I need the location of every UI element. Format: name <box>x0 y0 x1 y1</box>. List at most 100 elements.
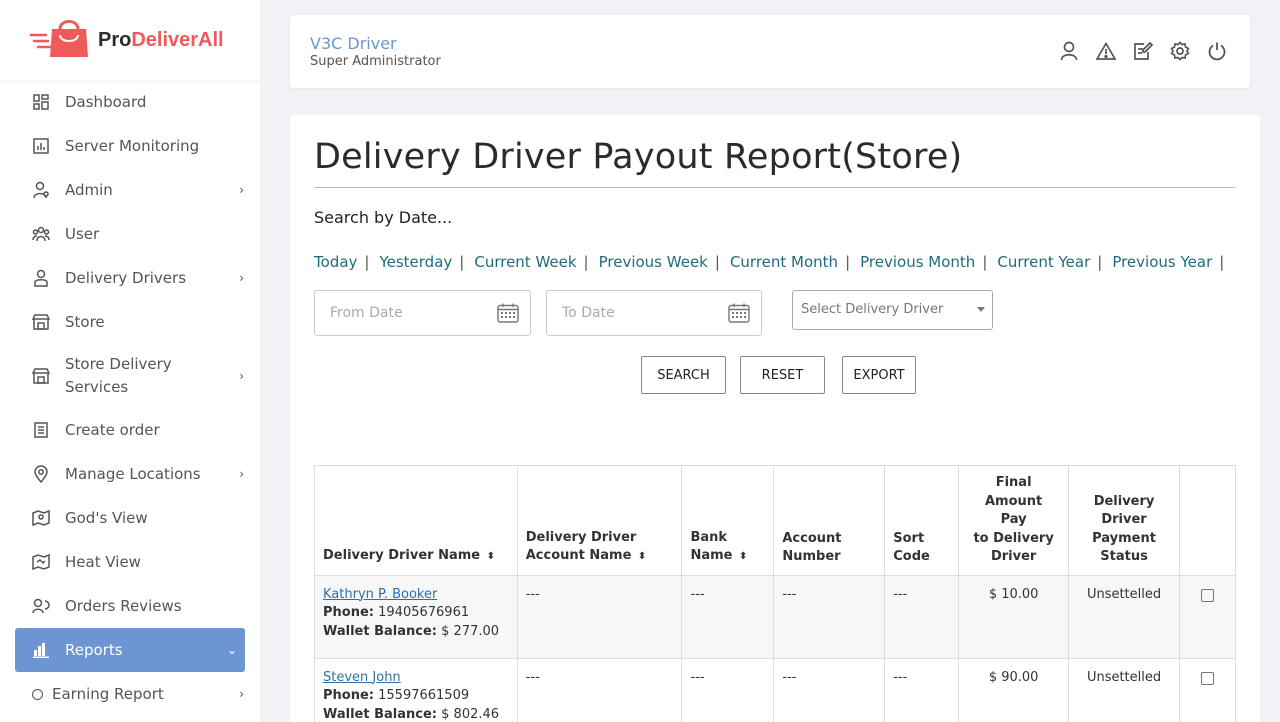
table-row: Steven John Phone: 15597661509 Wallet Ba… <box>314 657 1236 722</box>
col-driver-name[interactable]: Delivery Driver Name ⬍ <box>314 465 518 576</box>
driver-name-link[interactable]: Steven John <box>323 670 401 685</box>
main-content: Delivery Driver Payout Report(Store) Sea… <box>290 115 1260 722</box>
store-icon <box>32 367 50 385</box>
chevron-down-icon: ⌄ <box>226 643 237 657</box>
col-account-name[interactable]: Delivery Driver Account Name ⬍ <box>516 465 683 576</box>
driver-cell: Steven John Phone: 15597661509 Wallet Ba… <box>314 657 518 722</box>
row-checkbox[interactable] <box>1201 671 1214 685</box>
sort-icon[interactable]: ⬍ <box>487 551 495 562</box>
link-previous-month[interactable]: Previous Month <box>860 253 975 271</box>
chevron-right-icon: › <box>239 271 244 285</box>
map-pin-icon <box>32 509 50 527</box>
chart-icon <box>32 137 50 155</box>
date-quick-links: Today | Yesterday | Current Week | Previous… <box>314 253 1225 271</box>
sidebar-item-manage-locations[interactable]: Manage Locations › <box>0 452 260 496</box>
header-actions <box>1058 40 1228 62</box>
from-date-input[interactable]: From Date <box>314 290 531 336</box>
review-icon <box>32 597 50 615</box>
link-current-week[interactable]: Current Week <box>474 253 576 271</box>
account-number-cell: --- <box>773 657 886 722</box>
status-cell: Unsettelled <box>1068 574 1181 659</box>
store-icon <box>32 313 50 331</box>
user-name: V3C Driver <box>310 34 397 53</box>
sidebar-item-label: Heat View <box>65 552 141 571</box>
link-current-month[interactable]: Current Month <box>730 253 838 271</box>
sidebar-item-admin[interactable]: Admin › <box>0 168 260 212</box>
sidebar-item-label: Admin <box>65 180 113 199</box>
wallet-label: Wallet Balance: <box>323 623 438 639</box>
wallet-value: $ 802.46 <box>441 706 500 722</box>
edit-icon[interactable] <box>1132 40 1154 62</box>
sidebar-item-label: Store <box>65 312 105 331</box>
search-button[interactable]: SEARCH <box>641 356 726 394</box>
sidebar-item-gods-view[interactable]: God's View <box>0 496 260 540</box>
col-bank-name[interactable]: Bank Name ⬍ <box>681 465 775 576</box>
logo[interactable]: ProDeliverAll <box>0 0 260 80</box>
user-role: Super Administrator <box>310 54 441 69</box>
driver-icon <box>32 269 50 287</box>
sidebar-item-heat-view[interactable]: Heat View <box>0 540 260 584</box>
search-by-date-label: Search by Date... <box>314 208 453 227</box>
sidebar-item-label: Delivery Drivers <box>65 268 187 287</box>
payout-table: Delivery Driver Name ⬍ Delivery Driver Ac… <box>314 465 1236 722</box>
driver-cell: Kathryn P. Booker Phone: 19405676961 Wal… <box>314 574 518 659</box>
sort-code-cell: --- <box>884 657 960 722</box>
select-cell <box>1179 574 1236 659</box>
sidebar-item-user[interactable]: User <box>0 212 260 256</box>
sidebar-item-dashboard[interactable]: Dashboard <box>0 80 260 124</box>
sidebar-item-orders-reviews[interactable]: Orders Reviews <box>0 584 260 628</box>
sort-icon[interactable]: ⬍ <box>739 551 747 562</box>
row-checkbox[interactable] <box>1201 588 1214 602</box>
dashboard-icon <box>32 93 50 111</box>
sidebar-item-reports[interactable]: Reports ⌄ <box>15 628 245 672</box>
link-current-year[interactable]: Current Year <box>997 253 1090 271</box>
link-previous-week[interactable]: Previous Week <box>599 253 708 271</box>
sidebar-item-label: Server Monitoring <box>65 136 200 155</box>
users-icon <box>32 225 50 243</box>
amount-cell: $ 10.00 <box>958 574 1070 659</box>
chevron-right-icon: › <box>239 369 244 383</box>
sidebar-nav: Dashboard Server Monitoring Admin › User… <box>0 80 260 716</box>
calendar-icon[interactable] <box>728 303 750 327</box>
sidebar-item-label: Dashboard <box>65 92 147 111</box>
reset-button[interactable]: RESET <box>740 356 825 394</box>
circle-icon <box>32 688 43 700</box>
power-icon[interactable] <box>1206 40 1228 62</box>
page-title: Delivery Driver Payout Report(Store) <box>314 137 963 177</box>
col-sort-code: Sort Code <box>884 465 960 576</box>
delivery-driver-select[interactable]: Select Delivery Driver <box>792 290 993 330</box>
calendar-icon[interactable] <box>497 303 519 327</box>
sidebar-item-store[interactable]: Store <box>0 300 260 344</box>
settings-icon[interactable] <box>1169 40 1191 62</box>
location-icon <box>32 465 50 483</box>
sidebar-item-label: God's View <box>65 508 148 527</box>
warning-icon[interactable] <box>1095 40 1117 62</box>
export-button[interactable]: EXPORT <box>842 356 916 394</box>
brand-name: ProDeliverAll <box>98 28 224 51</box>
select-cell <box>1179 657 1236 722</box>
sidebar-subitem-earning-report[interactable]: Earning Report › <box>0 672 260 716</box>
user-icon[interactable] <box>1058 40 1080 62</box>
col-account-number: Account Number <box>773 465 886 576</box>
driver-name-link[interactable]: Kathryn P. Booker <box>323 587 437 602</box>
sidebar-item-store-delivery-services[interactable]: Store Delivery Services › <box>0 344 260 408</box>
account-name-cell: --- <box>516 574 683 659</box>
table-header-row: Delivery Driver Name ⬍ Delivery Driver Ac… <box>314 465 1236 576</box>
sidebar-item-server-monitoring[interactable]: Server Monitoring <box>0 124 260 168</box>
to-date-input[interactable]: To Date <box>546 290 762 336</box>
link-previous-year[interactable]: Previous Year <box>1112 253 1212 271</box>
link-yesterday[interactable]: Yesterday <box>379 253 452 271</box>
sidebar-item-label: Reports <box>65 640 123 659</box>
col-payment-status: Delivery Driver Payment Status <box>1068 465 1181 576</box>
sidebar-item-delivery-drivers[interactable]: Delivery Drivers › <box>0 256 260 300</box>
sidebar-item-create-order[interactable]: Create order <box>0 408 260 452</box>
sort-icon[interactable]: ⬍ <box>638 551 646 562</box>
sidebar-item-label: Create order <box>65 420 160 439</box>
chevron-right-icon: › <box>239 687 244 701</box>
wallet-label: Wallet Balance: <box>323 706 438 722</box>
order-icon <box>32 421 50 439</box>
shopping-bag-logo-icon <box>28 17 90 63</box>
title-divider <box>314 187 1236 188</box>
sidebar: ProDeliverAll Dashboard Server Monitorin… <box>0 0 260 722</box>
link-today[interactable]: Today <box>314 253 357 271</box>
